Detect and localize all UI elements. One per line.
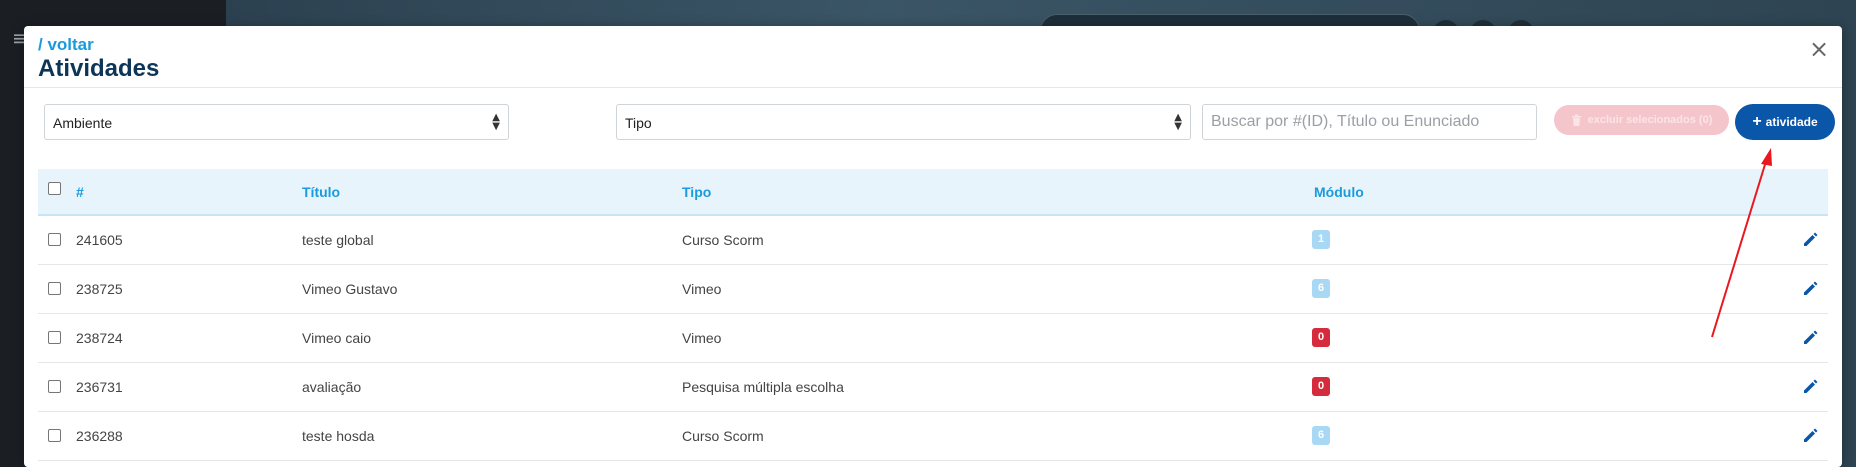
table-body: 241605 teste global Curso Scorm 1 238725 Vime… (38, 216, 1828, 461)
modulo-badge: 0 (1312, 328, 1330, 347)
sort-caret-icon: ▲ ▼ (1174, 112, 1182, 132)
column-header-id: # (76, 184, 84, 200)
modal-header: / voltar Atividades × (24, 26, 1842, 88)
pencil-icon[interactable] (1802, 328, 1820, 346)
add-activity-button[interactable]: + atividade (1735, 104, 1835, 140)
activities-table: # Título Tipo Módulo 241605 teste global C… (38, 169, 1828, 461)
tipo-select-value: Tipo (625, 115, 652, 131)
row-checkbox[interactable] (48, 380, 61, 393)
pencil-icon[interactable] (1802, 230, 1820, 248)
row-id: 236288 (76, 428, 123, 444)
row-titulo: Vimeo caio (302, 330, 372, 346)
search-input[interactable] (1202, 104, 1537, 140)
row-checkbox[interactable] (48, 233, 61, 246)
row-checkbox[interactable] (48, 282, 61, 295)
column-header-modulo: Módulo (1314, 184, 1364, 200)
select-all-checkbox[interactable] (48, 182, 61, 195)
row-tipo: Vimeo (682, 330, 722, 346)
table-row: 236288 teste hosda Curso Scorm 6 (38, 412, 1828, 461)
close-icon[interactable]: × (1808, 37, 1830, 61)
back-link[interactable]: / voltar (38, 35, 94, 55)
row-tipo: Curso Scorm (682, 428, 764, 444)
pencil-icon[interactable] (1802, 426, 1820, 444)
delete-selected-button[interactable]: excluir selecionados (0) (1554, 105, 1729, 135)
sort-caret-icon: ▲ ▼ (492, 112, 500, 132)
page-title: Atividades (38, 55, 160, 82)
ambiente-select[interactable]: Ambiente ▲ ▼ (44, 104, 509, 140)
row-titulo: avaliação (302, 379, 362, 395)
tipo-select[interactable]: Tipo ▲ ▼ (616, 104, 1191, 140)
row-id: 238724 (76, 330, 123, 346)
row-titulo: teste hosda (302, 428, 375, 444)
modulo-badge: 6 (1312, 426, 1330, 445)
add-activity-label: atividade (1765, 115, 1818, 129)
row-titulo: teste global (302, 232, 374, 248)
row-id: 238725 (76, 281, 123, 297)
ambiente-select-value: Ambiente (53, 115, 113, 131)
row-tipo: Vimeo (682, 281, 722, 297)
delete-selected-label: excluir selecionados (0) (1587, 114, 1713, 126)
row-tipo: Curso Scorm (682, 232, 764, 248)
table-row: 236731 avaliação Pesquisa múltipla escolha… (38, 363, 1828, 412)
pencil-icon[interactable] (1802, 279, 1820, 297)
pencil-icon[interactable] (1802, 377, 1820, 395)
filter-bar: Ambiente ▲▼ Tipo ▲▼ excluir selecionados… (24, 104, 1842, 144)
activities-modal: / voltar Atividades × Ambiente ▲ ▼ Tipo ▲… (24, 26, 1842, 467)
row-id: 241605 (76, 232, 123, 248)
row-titulo: Vimeo Gustavo (302, 281, 398, 297)
row-tipo: Pesquisa múltipla escolha (682, 379, 844, 395)
modulo-badge: 1 (1312, 230, 1330, 249)
column-header-titulo: Título (302, 184, 341, 200)
table-row: 238724 Vimeo caio Vimeo 0 (38, 314, 1828, 363)
plus-icon: + (1752, 113, 1762, 130)
modulo-badge: 0 (1312, 377, 1330, 396)
row-id: 236731 (76, 379, 123, 395)
column-header-tipo: Tipo (682, 184, 712, 200)
table-header: # Título Tipo Módulo (38, 169, 1828, 216)
modulo-badge: 6 (1312, 279, 1330, 298)
row-checkbox[interactable] (48, 429, 61, 442)
table-row: 238725 Vimeo Gustavo Vimeo 6 (38, 265, 1828, 314)
trash-icon (1571, 114, 1581, 126)
row-checkbox[interactable] (48, 331, 61, 344)
table-row: 241605 teste global Curso Scorm 1 (38, 216, 1828, 265)
